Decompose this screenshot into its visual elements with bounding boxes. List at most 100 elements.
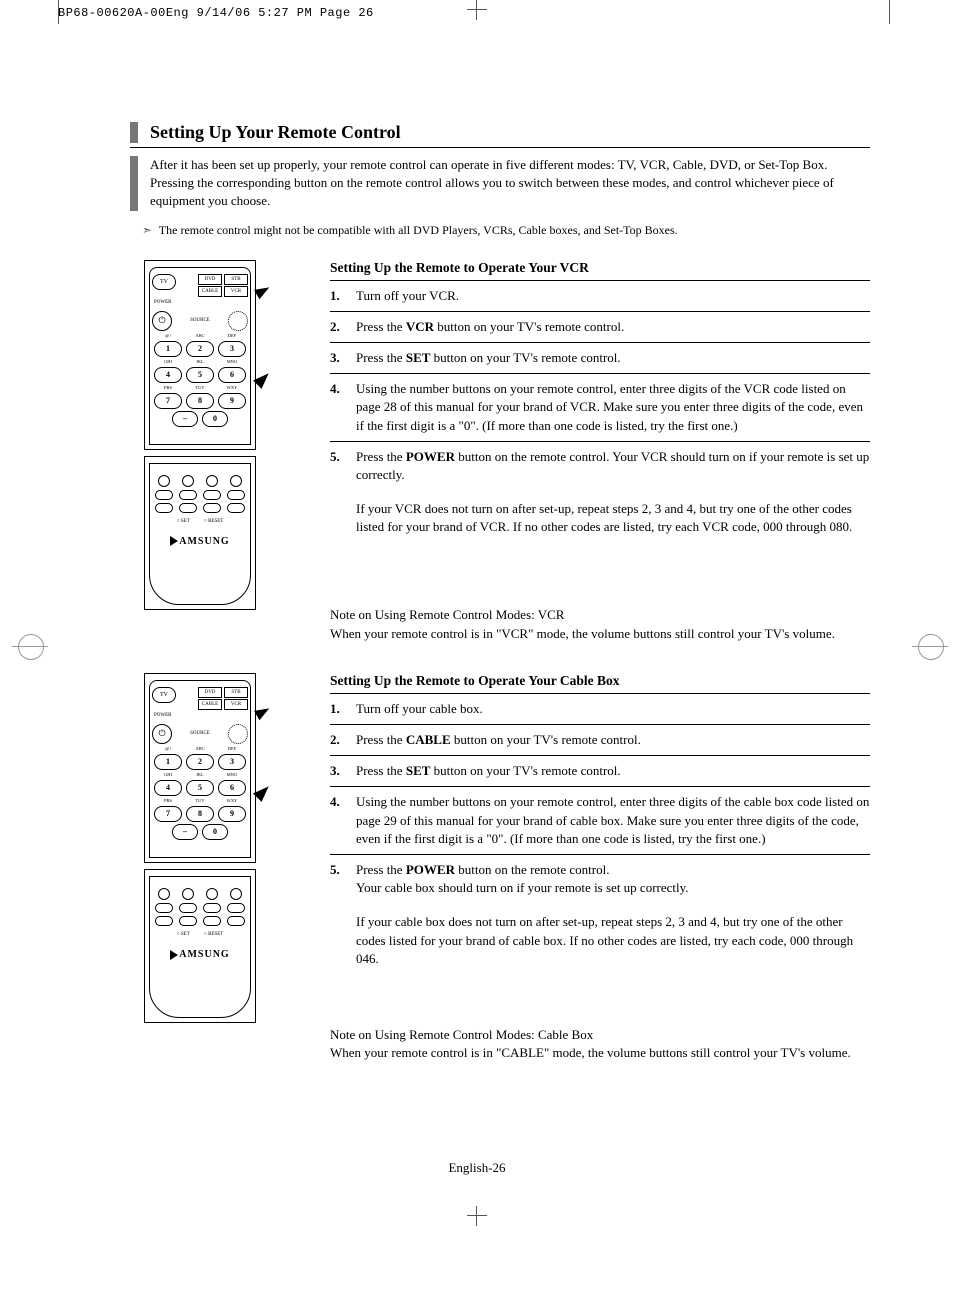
step-text: Press the SET button on your TV's remote… <box>356 762 870 780</box>
registration-mark-icon <box>918 634 942 658</box>
digit-3: 3 <box>218 341 246 357</box>
digit-5: 5 <box>186 780 214 796</box>
trim-mark-icon <box>58 0 59 24</box>
transport-icon <box>158 475 170 487</box>
step-item: 2.Press the VCR button on your TV's remo… <box>330 312 870 343</box>
callout-arrow-icon <box>170 536 178 546</box>
function-button <box>179 916 197 926</box>
remote-lower-box: ○ SET ○ RESET AMSUNG <box>144 869 256 1023</box>
step-item: 1.Turn off your VCR. <box>330 281 870 312</box>
function-button <box>203 916 221 926</box>
dvd-mode-button: DVD <box>198 274 222 285</box>
transport-icon <box>206 475 218 487</box>
function-button <box>155 916 173 926</box>
function-button <box>155 490 173 500</box>
source-button <box>228 724 248 744</box>
function-button <box>179 490 197 500</box>
vcr-steps: 1.Turn off your VCR.2.Press the VCR butt… <box>330 281 870 491</box>
transport-icon <box>182 888 194 900</box>
digit-5: 5 <box>186 367 214 383</box>
digit-0: 0 <box>202 411 228 427</box>
transport-icon <box>158 888 170 900</box>
digit-4: 4 <box>154 367 182 383</box>
number-pad: @! ABC DEF 1 2 3 GHI JKL MNO 4 5 6 <box>154 746 246 822</box>
dash-button: – <box>172 824 198 840</box>
digit-1: 1 <box>154 341 182 357</box>
section-title: Setting Up Your Remote Control <box>130 122 870 143</box>
source-button <box>228 311 248 331</box>
step-item: 2.Press the CABLE button on your TV's re… <box>330 725 870 756</box>
digit-4: 4 <box>154 780 182 796</box>
vcr-setup-block: TV DVD STB CABLE VCR <box>130 260 870 643</box>
remote-upper-box: TV DVD STB CABLE VCR <box>144 673 256 863</box>
digit-9: 9 <box>218 393 246 409</box>
remote-body-lower: ○ SET ○ RESET AMSUNG <box>149 876 251 1018</box>
vcr-mode-button: VCR <box>224 699 248 710</box>
callout-arrow-icon <box>254 704 272 721</box>
print-job-header: BP68-00620A-00Eng 9/14/06 5:27 PM Page 2… <box>58 6 374 20</box>
cable-subtitle: Setting Up the Remote to Operate Your Ca… <box>330 673 870 689</box>
stb-mode-button: STB <box>224 687 248 698</box>
remote-lower-box: ○ SET ○ RESET AMSUNG <box>144 456 256 610</box>
function-button <box>203 490 221 500</box>
digit-0: 0 <box>202 824 228 840</box>
step-text: Turn off your VCR. <box>356 287 870 305</box>
power-button: ⏻ <box>152 724 172 744</box>
vcr-instructions: Setting Up the Remote to Operate Your VC… <box>320 260 870 643</box>
digit-7: 7 <box>154 393 182 409</box>
cable-mode-button: CABLE <box>198 699 222 710</box>
transport-icon <box>206 888 218 900</box>
step-text: Press the SET button on your TV's remote… <box>356 349 870 367</box>
digit-6: 6 <box>218 780 246 796</box>
vcr-mode-button: VCR <box>224 286 248 297</box>
crop-mark-icon <box>467 0 487 20</box>
note-arrow-icon: ➣ <box>142 223 156 238</box>
remote-illustration-column: TV DVD STB CABLE VCR <box>130 673 320 1062</box>
dvd-mode-button: DVD <box>198 687 222 698</box>
step-item: 1.Turn off your cable box. <box>330 694 870 725</box>
trim-mark-icon <box>889 0 890 24</box>
page-content: Setting Up Your Remote Control After it … <box>130 122 870 1092</box>
callout-arrow-icon <box>170 950 178 960</box>
step-number: 5. <box>330 448 356 484</box>
section-intro: After it has been set up properly, your … <box>130 156 870 211</box>
function-button <box>227 916 245 926</box>
digit-8: 8 <box>186 806 214 822</box>
step-number: 1. <box>330 287 356 305</box>
page-number: English-26 <box>0 1160 954 1176</box>
digit-3: 3 <box>218 754 246 770</box>
function-button <box>203 903 221 913</box>
step-text: Turn off your cable box. <box>356 700 870 718</box>
step-item: 5.Press the POWER button on the remote c… <box>330 442 870 490</box>
function-button <box>155 903 173 913</box>
tv-mode-button: TV <box>152 687 176 703</box>
function-button <box>179 503 197 513</box>
step-item: 5.Press the POWER button on the remote c… <box>330 855 870 903</box>
transport-icon <box>182 475 194 487</box>
vcr-subtitle: Setting Up the Remote to Operate Your VC… <box>330 260 870 276</box>
registration-mark-icon <box>18 634 42 658</box>
step-item: 3.Press the SET button on your TV's remo… <box>330 343 870 374</box>
step-number: 4. <box>330 793 356 848</box>
compatibility-note-text: The remote control might not be compatib… <box>159 223 678 237</box>
power-button: ⏻ <box>152 311 172 331</box>
cable-setup-block: TV DVD STB CABLE VCR <box>130 673 870 1062</box>
power-label: POWER <box>154 300 248 305</box>
cable-instructions: Setting Up the Remote to Operate Your Ca… <box>320 673 870 1062</box>
transport-icon <box>230 888 242 900</box>
number-pad: @! ABC DEF 1 2 3 GHI JKL MNO 4 5 6 <box>154 333 246 409</box>
step-number: 2. <box>330 318 356 336</box>
step-text: Press the POWER button on the remote con… <box>356 448 870 484</box>
source-label: SOURCE <box>190 731 210 736</box>
brand-logo: AMSUNG <box>152 949 248 960</box>
transport-icon <box>230 475 242 487</box>
step-number: 5. <box>330 861 356 897</box>
step-number: 2. <box>330 731 356 749</box>
cable-fallback-note: If your cable box does not turn on after… <box>356 913 870 968</box>
function-button <box>227 903 245 913</box>
tv-mode-button: TV <box>152 274 176 290</box>
step-number: 1. <box>330 700 356 718</box>
divider <box>130 147 870 148</box>
step-text: Press the CABLE button on your TV's remo… <box>356 731 870 749</box>
digit-1: 1 <box>154 754 182 770</box>
